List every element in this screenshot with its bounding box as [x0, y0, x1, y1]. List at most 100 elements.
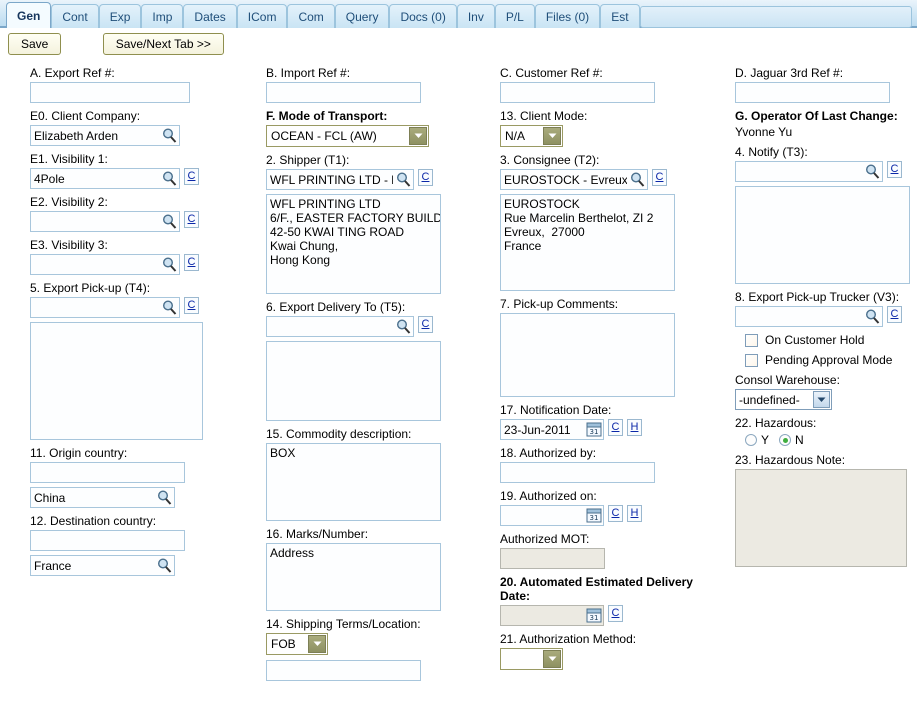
- search-icon[interactable]: [395, 171, 412, 188]
- export-delivery-clear-button[interactable]: C: [418, 316, 433, 333]
- tab-icom[interactable]: ICom: [236, 4, 288, 28]
- export-delivery-address-textarea[interactable]: [266, 341, 441, 421]
- search-icon[interactable]: [629, 171, 646, 188]
- marks-number-textarea[interactable]: Address: [266, 543, 441, 611]
- hazardous-note-textarea: [735, 469, 907, 567]
- aedd-calendar-button[interactable]: C: [608, 605, 623, 622]
- export-pickup-address-textarea[interactable]: [30, 322, 203, 440]
- export-pickup-input[interactable]: [30, 297, 180, 318]
- tab-com[interactable]: Com: [287, 4, 335, 28]
- search-icon[interactable]: [161, 170, 178, 187]
- notify-address-textarea[interactable]: [735, 186, 910, 284]
- calendar-icon[interactable]: 31: [586, 507, 602, 523]
- chevron-down-icon[interactable]: [409, 127, 427, 145]
- search-icon[interactable]: [156, 557, 173, 574]
- notification-date-history-button[interactable]: H: [627, 419, 642, 436]
- visibility3-input[interactable]: [30, 254, 180, 275]
- notify-input[interactable]: [735, 161, 883, 182]
- visibility1-clear-button[interactable]: C: [184, 168, 199, 185]
- authorized-on-history-button[interactable]: H: [627, 505, 642, 522]
- shipper-label: 2. Shipper (T1):: [266, 153, 350, 167]
- search-icon[interactable]: [161, 213, 178, 230]
- destination-country-code-input[interactable]: [30, 530, 185, 551]
- authorization-method-select[interactable]: [500, 648, 563, 670]
- shipping-location-input[interactable]: [266, 660, 421, 681]
- origin-country-code-input[interactable]: [30, 462, 185, 483]
- chevron-down-icon[interactable]: [308, 635, 326, 653]
- tab-docs[interactable]: Docs (0): [389, 4, 457, 28]
- chevron-down-icon[interactable]: [543, 650, 561, 668]
- tab-label: Files (0): [545, 10, 590, 24]
- chevron-down-icon[interactable]: [543, 127, 561, 145]
- notification-date-calendar-button[interactable]: C: [608, 419, 623, 436]
- search-icon[interactable]: [864, 308, 881, 325]
- commodity-description-textarea[interactable]: BOX: [266, 443, 441, 521]
- tab-inv[interactable]: Inv: [456, 4, 495, 28]
- visibility2-input[interactable]: [30, 211, 180, 232]
- tab-label: Cont: [62, 10, 88, 24]
- search-icon[interactable]: [161, 127, 178, 144]
- customer-ref-input[interactable]: [500, 82, 655, 103]
- shipping-terms-select[interactable]: FOB: [266, 633, 328, 655]
- calendar-icon[interactable]: 31: [586, 607, 602, 623]
- search-icon[interactable]: [864, 163, 881, 180]
- consignee-address-textarea[interactable]: EUROSTOCK Rue Marcelin Berthelot, ZI 2 E…: [500, 194, 675, 291]
- hazardous-no-label: N: [795, 433, 804, 447]
- chevron-down-icon[interactable]: [813, 391, 830, 408]
- shipper-address-textarea[interactable]: WFL PRINTING LTD 6/F., EASTER FACTORY BU…: [266, 194, 441, 294]
- visibility3-clear-button[interactable]: C: [184, 254, 199, 271]
- hazardous-yes-radio[interactable]: [745, 434, 757, 446]
- search-icon[interactable]: [156, 489, 173, 506]
- visibility1-input[interactable]: [30, 168, 180, 189]
- on-customer-hold-row[interactable]: On Customer Hold: [745, 333, 913, 347]
- on-customer-hold-checkbox[interactable]: [745, 333, 758, 347]
- consignee-input[interactable]: [500, 169, 648, 190]
- hazardous-note-label: 23. Hazardous Note:: [735, 453, 846, 467]
- visibility1-label: E1. Visibility 1:: [30, 152, 108, 166]
- tab-exp[interactable]: Exp: [98, 4, 142, 28]
- tab-cont[interactable]: Cont: [51, 4, 99, 28]
- hazardous-no-radio[interactable]: [779, 434, 792, 446]
- authorized-on-calendar-button[interactable]: C: [608, 505, 623, 522]
- export-pickup-trucker-clear-button[interactable]: C: [887, 306, 902, 323]
- client-mode-select[interactable]: N/A: [500, 125, 563, 147]
- tab-label: Imp: [152, 10, 173, 24]
- search-icon[interactable]: [161, 299, 178, 316]
- tab-est[interactable]: Est: [600, 4, 640, 28]
- pickup-comments-textarea[interactable]: [500, 313, 675, 397]
- search-icon[interactable]: [161, 256, 178, 273]
- pending-approval-checkbox[interactable]: [745, 353, 758, 367]
- calendar-icon[interactable]: 31: [586, 421, 602, 437]
- export-pickup-clear-button[interactable]: C: [184, 297, 199, 314]
- tab-pl[interactable]: P/L: [494, 4, 535, 28]
- authorized-by-input[interactable]: [500, 462, 655, 483]
- shipper-input[interactable]: [266, 169, 414, 190]
- tab-files[interactable]: Files (0): [534, 4, 601, 28]
- jaguar-ref-input[interactable]: [735, 82, 890, 103]
- visibility2-clear-button[interactable]: C: [184, 211, 199, 228]
- customer-ref-label: C. Customer Ref #:: [500, 66, 603, 80]
- notify-clear-button[interactable]: C: [887, 161, 902, 178]
- tab-imp[interactable]: Imp: [141, 4, 184, 28]
- client-mode-value: N/A: [505, 129, 526, 143]
- pending-approval-row[interactable]: Pending Approval Mode: [745, 353, 913, 367]
- tab-query[interactable]: Query: [334, 4, 390, 28]
- tab-dates[interactable]: Dates: [183, 4, 237, 28]
- consol-warehouse-select[interactable]: -undefined-: [735, 389, 832, 410]
- export-ref-input[interactable]: [30, 82, 190, 103]
- search-icon[interactable]: [395, 318, 412, 335]
- origin-country-input[interactable]: [30, 487, 175, 508]
- export-pickup-trucker-input[interactable]: [735, 306, 883, 327]
- save-button[interactable]: Save: [8, 33, 62, 55]
- import-ref-input[interactable]: [266, 82, 421, 103]
- mode-of-transport-select[interactable]: OCEAN - FCL (AW): [266, 125, 429, 147]
- tab-label: P/L: [505, 10, 524, 24]
- save-next-tab-button[interactable]: Save/Next Tab >>: [102, 33, 224, 55]
- tab-gen[interactable]: Gen: [6, 2, 52, 28]
- shipper-clear-button[interactable]: C: [418, 169, 433, 186]
- destination-country-input[interactable]: [30, 555, 175, 576]
- export-delivery-input[interactable]: [266, 316, 414, 337]
- client-company-input[interactable]: [30, 125, 180, 146]
- tab-label: Inv: [467, 10, 484, 24]
- consignee-clear-button[interactable]: C: [652, 169, 667, 186]
